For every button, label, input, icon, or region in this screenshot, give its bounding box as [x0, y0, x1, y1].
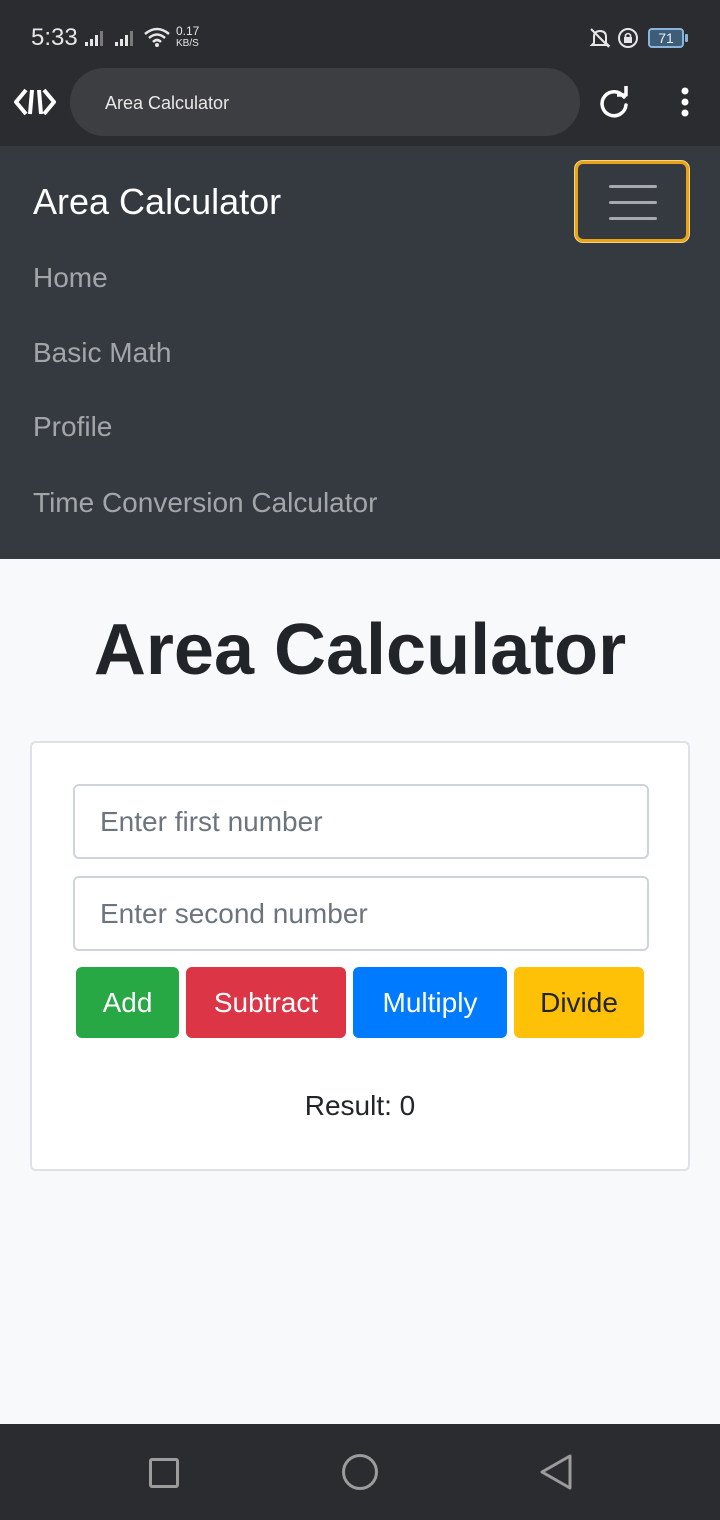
subtract-button[interactable]: Subtract [186, 967, 346, 1038]
nav-link-profile[interactable]: Profile [33, 410, 112, 444]
browser-toolbar: Area Calculator [0, 68, 720, 146]
nav-link-basic-math[interactable]: Basic Math [33, 336, 172, 370]
page-title: Area Calculator [93, 610, 627, 690]
hamburger-icon-bar [609, 201, 657, 204]
network-speed-value: 0.17 [176, 24, 200, 38]
recents-icon[interactable] [149, 1458, 179, 1488]
home-icon[interactable] [342, 1454, 378, 1490]
more-vertical-icon[interactable] [674, 86, 696, 120]
code-logo-icon[interactable] [14, 86, 56, 118]
system-nav-bar [0, 1424, 720, 1520]
navbar-brand[interactable]: Area Calculator [33, 182, 281, 222]
divide-button[interactable]: Divide [514, 967, 644, 1038]
nav-link-home[interactable]: Home [33, 261, 108, 295]
mute-bell-icon [589, 28, 611, 48]
network-speed: 0.17 KB/S [176, 24, 200, 49]
rotation-lock-icon [618, 28, 638, 48]
nav-link-time-conversion[interactable]: Time Conversion Calculator [33, 486, 377, 520]
navbar: Area Calculator Home Basic Math Profile … [0, 146, 720, 559]
second-number-input[interactable] [73, 876, 649, 951]
first-number-input[interactable] [73, 784, 649, 859]
multiply-button[interactable]: Multiply [353, 967, 507, 1038]
battery-indicator: 71 [648, 28, 684, 48]
address-bar[interactable]: Area Calculator [70, 68, 580, 136]
wifi-icon [144, 27, 170, 47]
address-bar-title: Area Calculator [105, 93, 230, 113]
add-button[interactable]: Add [76, 967, 179, 1038]
status-time: 5:33 [31, 24, 78, 51]
reload-icon[interactable] [596, 85, 632, 121]
signal-icon [85, 31, 103, 46]
back-icon[interactable] [538, 1453, 574, 1491]
signal-2-icon [115, 31, 133, 46]
battery-tip [685, 34, 688, 42]
hamburger-icon-bar [609, 217, 657, 220]
navbar-toggler-button[interactable] [575, 161, 689, 242]
screen: 5:33 0.17 KB/S 71 Area Calculator Area C… [0, 0, 720, 1520]
network-speed-unit: KB/S [176, 38, 199, 49]
calculator-card: Add Subtract Multiply Divide Result: 0 [30, 741, 690, 1171]
hamburger-icon [609, 185, 657, 188]
result-text: Result: 0 [304, 1090, 416, 1121]
status-bar: 5:33 0.17 KB/S 71 [0, 0, 720, 68]
